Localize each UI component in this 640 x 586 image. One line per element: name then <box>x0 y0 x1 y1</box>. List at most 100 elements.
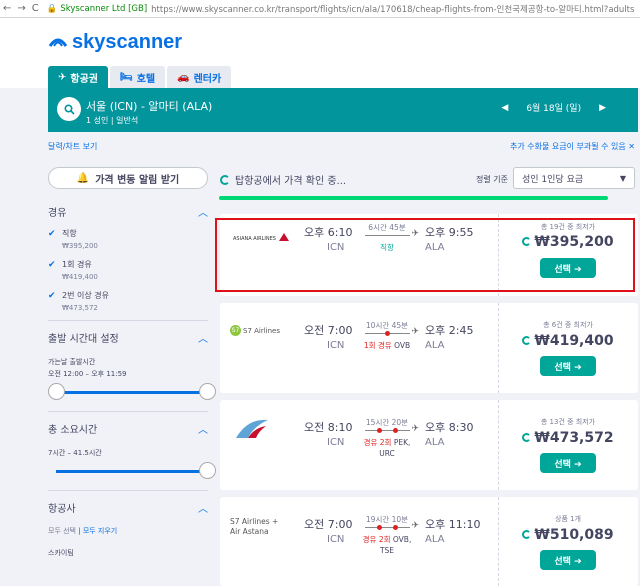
checkmark-icon[interactable]: ✔ <box>48 291 62 312</box>
s7-airlines-logo: S7 S7 Airlines <box>230 325 280 336</box>
clear-all-link[interactable]: 모두 지우기 <box>83 527 117 535</box>
departure-range: 오전 12:00 – 오후 11:59 <box>48 370 127 378</box>
deals-count: 상품 1개 <box>555 515 581 523</box>
tab-hotels-label: 호텔 <box>136 73 156 85</box>
price-value: ₩473,572 <box>534 430 614 446</box>
plane-icon: ✈ <box>411 521 419 531</box>
route-text[interactable]: 서울 (ICN) - 알마티 (ALA) <box>86 98 212 114</box>
departure-label: 가는날 출발시간 <box>48 358 96 366</box>
stops-option-one[interactable]: ✔ 1회 경유 ₩419,400 <box>48 259 210 281</box>
reload-icon[interactable]: C <box>32 3 39 14</box>
loading-status: 탑항공에서 가격 확인 중... <box>220 172 346 187</box>
tab-hotels[interactable]: 🛏 호텔 <box>110 66 166 88</box>
stop-dot <box>393 428 398 433</box>
divider <box>48 320 208 321</box>
select-button[interactable]: 선택 ➔ <box>540 356 596 376</box>
checkmark-icon[interactable]: ✔ <box>48 260 62 281</box>
airline-bulk-actions: 모두 선택 | 모두 지우기 <box>48 527 118 535</box>
stops-option-direct[interactable]: ✔ 직항 ₩395,200 <box>48 228 210 250</box>
price: ₩473,572 <box>503 430 633 446</box>
url-text[interactable]: https://www.skyscanner.co.kr/transport/f… <box>151 3 634 15</box>
departure-time: 오전 7:00 <box>304 324 353 337</box>
select-button[interactable]: 선택 ➔ <box>540 550 596 570</box>
chevron-up-icon[interactable]: ︿ <box>198 500 208 515</box>
departure-date[interactable]: 6월 18일 (일) <box>526 101 581 114</box>
divider <box>48 490 208 491</box>
card-divider <box>498 497 499 586</box>
departure-filter-header[interactable]: 출발 시간대 설정 ︿ <box>48 330 208 345</box>
tab-flights[interactable]: ✈ 항공권 <box>48 66 108 88</box>
lock-icon: 🔒 <box>46 3 58 14</box>
s7-mark-icon: S7 <box>230 325 241 336</box>
loading-spinner-icon <box>522 530 532 539</box>
duration-slider[interactable] <box>56 462 216 480</box>
site-identity: Skyscanner Ltd [GB] <box>60 3 148 14</box>
duration-filter-header[interactable]: 총 소요시간 ︿ <box>48 421 208 436</box>
skyscanner-logo[interactable]: skyscanner <box>48 31 182 54</box>
stops-title: 경유 <box>48 208 67 219</box>
select-button[interactable]: 선택 ➔ <box>540 453 596 473</box>
stop-dot <box>377 428 382 433</box>
sort-select[interactable]: 성인 1인당 요금 ▼ <box>513 167 635 189</box>
loading-spinner-icon <box>522 433 532 442</box>
china-southern-logo <box>234 416 270 443</box>
passenger-count: 1 성인 <box>86 116 109 125</box>
stop-dot <box>393 525 398 530</box>
arrival-time: 오후 8:30 <box>425 421 474 434</box>
sunrise-logo-icon <box>48 32 68 53</box>
price-value: ₩510,089 <box>534 527 614 543</box>
arrival-airport: ALA <box>425 534 445 545</box>
baggage-fee-notice[interactable]: 추가 수화물 요금이 부과될 수 있음 ✕ <box>510 141 635 152</box>
loading-text: 탑항공에서 가격 확인 중... <box>235 176 347 187</box>
chevron-up-icon[interactable]: ︿ <box>198 330 208 345</box>
departure-slider[interactable] <box>48 383 216 401</box>
price-alert-button[interactable]: 🔔 가격 변동 알림 받기 <box>48 167 208 189</box>
chevron-up-icon[interactable]: ︿ <box>198 204 208 219</box>
next-date-icon[interactable]: ▶ <box>599 103 606 113</box>
logo-text: skyscanner <box>72 31 183 53</box>
flight-result-card[interactable]: S7 S7 Airlines 오전 7:00 ICN 10시간 45분 ✈ 1회… <box>220 303 638 393</box>
slider-track <box>56 391 208 394</box>
stops-filter-header[interactable]: 경유 ︿ <box>48 204 208 219</box>
option-label: 직항 <box>62 229 77 238</box>
sort-value: 성인 1인당 요금 <box>522 174 584 185</box>
prev-date-icon[interactable]: ◀ <box>501 103 508 113</box>
airline-name: S7 Airlines <box>243 326 281 335</box>
highlight-box <box>215 218 635 292</box>
flight-result-card[interactable]: S7 Airlines + Air Astana 오전 7:00 ICN 19시… <box>220 497 638 586</box>
search-icon[interactable] <box>57 97 81 121</box>
bell-icon: 🔔 <box>76 172 90 184</box>
forward-icon[interactable]: → <box>17 3 25 14</box>
select-all-link[interactable]: 모두 선택 <box>48 527 76 535</box>
departure-airport: ICN <box>327 340 345 351</box>
route-line: ✈ <box>365 521 419 531</box>
arrival-time: 오후 11:10 <box>425 518 481 531</box>
stop-airports: OVB <box>394 341 411 350</box>
stops-count: 경유 2회 <box>362 535 391 544</box>
duration-title: 총 소요시간 <box>48 425 98 436</box>
duration-range: 7시간 – 41.5시간 <box>48 449 102 457</box>
flight-result-card[interactable]: 오전 8:10 ICN 15시간 20분 ✈ 경유 2회 PEK, URC 오후… <box>220 400 638 490</box>
slider-handle-max[interactable] <box>199 462 216 479</box>
tab-cars[interactable]: 🚗 렌터카 <box>167 66 232 88</box>
search-summary-bar: 서울 (ICN) - 알마티 (ALA) 1 성인 | 일반석 ◀ 6월 18일… <box>48 88 638 132</box>
checkmark-icon[interactable]: ✔ <box>48 229 62 250</box>
browser-address-bar[interactable]: ← → C 🔒 Skyscanner Ltd [GB] https://www.… <box>0 0 640 18</box>
slider-track <box>56 470 208 473</box>
airlines-filter-header[interactable]: 항공사 ︿ <box>48 500 208 515</box>
option-price: ₩419,400 <box>62 273 98 281</box>
slider-handle-min[interactable] <box>48 383 65 400</box>
back-icon[interactable]: ← <box>3 3 11 14</box>
plane-icon: ✈ <box>411 424 419 434</box>
flight-duration: 15시간 20분 <box>365 418 409 427</box>
slider-handle-max[interactable] <box>199 383 216 400</box>
passenger-info[interactable]: 1 성인 | 일반석 <box>86 115 138 126</box>
arrival-airport: ALA <box>425 437 445 448</box>
calendar-chart-link[interactable]: 달력/차트 보기 <box>48 141 97 152</box>
chevron-up-icon[interactable]: ︿ <box>198 421 208 436</box>
departure-time: 오전 8:10 <box>304 421 353 434</box>
departure-title: 출발 시간대 설정 <box>48 334 119 345</box>
stops-option-two-plus[interactable]: ✔ 2번 이상 경유 ₩473,572 <box>48 290 210 312</box>
route-line: ✈ <box>365 327 419 337</box>
airline-name: S7 Airlines + Air Astana <box>230 517 279 536</box>
